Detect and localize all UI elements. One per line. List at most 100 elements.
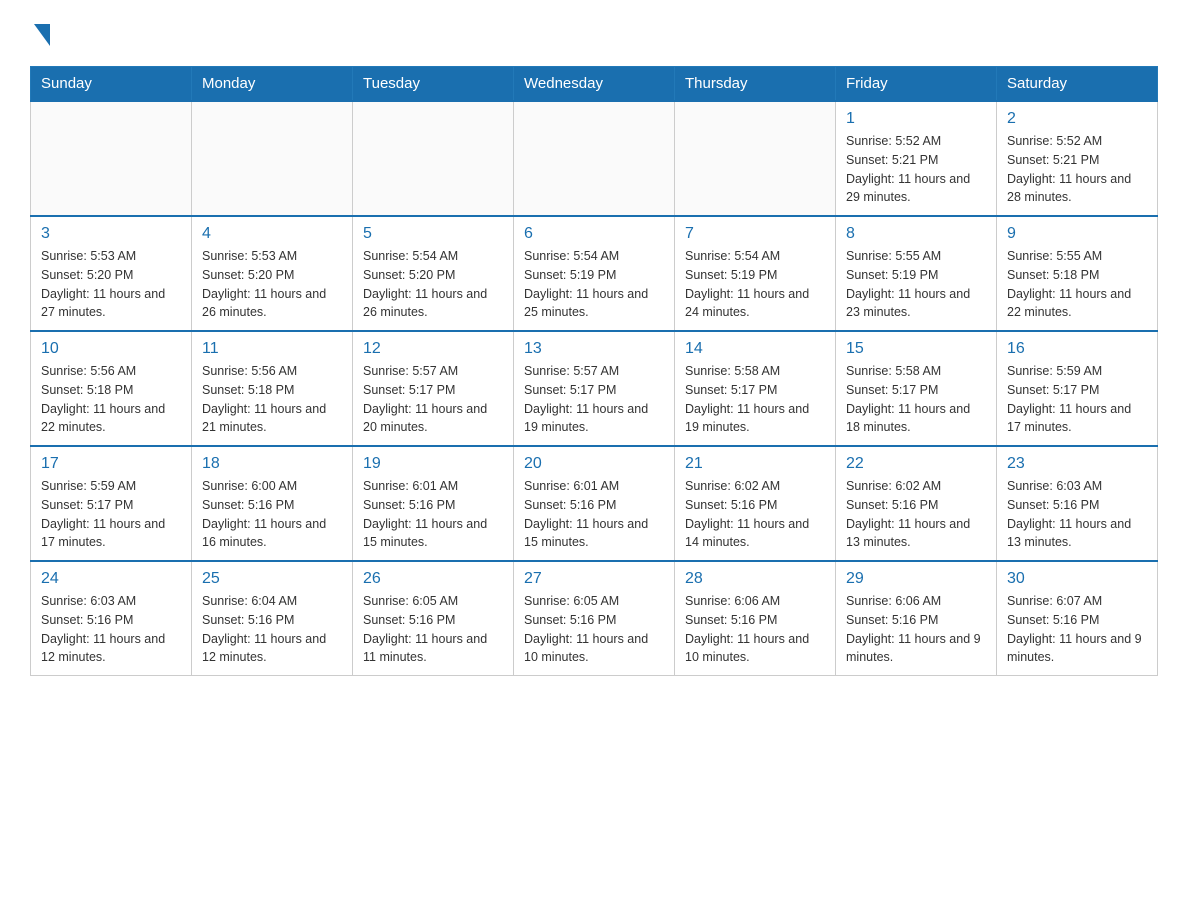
calendar-header: SundayMondayTuesdayWednesdayThursdayFrid… bbox=[31, 67, 1158, 102]
calendar-cell: 8 Sunrise: 5:55 AMSunset: 5:19 PMDayligh… bbox=[836, 216, 997, 331]
calendar-cell: 11 Sunrise: 5:56 AMSunset: 5:18 PMDaylig… bbox=[192, 331, 353, 446]
calendar-cell: 1 Sunrise: 5:52 AMSunset: 5:21 PMDayligh… bbox=[836, 101, 997, 216]
day-number: 24 bbox=[41, 570, 181, 588]
calendar-cell: 16 Sunrise: 5:59 AMSunset: 5:17 PMDaylig… bbox=[997, 331, 1158, 446]
calendar-cell: 9 Sunrise: 5:55 AMSunset: 5:18 PMDayligh… bbox=[997, 216, 1158, 331]
weekday-header-saturday: Saturday bbox=[997, 67, 1158, 102]
calendar-cell: 17 Sunrise: 5:59 AMSunset: 5:17 PMDaylig… bbox=[31, 446, 192, 561]
day-number: 25 bbox=[202, 570, 342, 588]
day-info: Sunrise: 6:02 AMSunset: 5:16 PMDaylight:… bbox=[685, 477, 825, 552]
calendar-week-row: 1 Sunrise: 5:52 AMSunset: 5:21 PMDayligh… bbox=[31, 101, 1158, 216]
day-info: Sunrise: 5:57 AMSunset: 5:17 PMDaylight:… bbox=[524, 362, 664, 437]
calendar-cell: 30 Sunrise: 6:07 AMSunset: 5:16 PMDaylig… bbox=[997, 561, 1158, 676]
calendar-cell: 15 Sunrise: 5:58 AMSunset: 5:17 PMDaylig… bbox=[836, 331, 997, 446]
day-number: 19 bbox=[363, 455, 503, 473]
logo bbox=[30, 20, 50, 46]
day-number: 9 bbox=[1007, 225, 1147, 243]
day-info: Sunrise: 6:00 AMSunset: 5:16 PMDaylight:… bbox=[202, 477, 342, 552]
day-number: 1 bbox=[846, 110, 986, 128]
calendar-cell bbox=[353, 101, 514, 216]
day-number: 15 bbox=[846, 340, 986, 358]
calendar-body: 1 Sunrise: 5:52 AMSunset: 5:21 PMDayligh… bbox=[31, 101, 1158, 676]
day-info: Sunrise: 6:06 AMSunset: 5:16 PMDaylight:… bbox=[685, 592, 825, 667]
day-info: Sunrise: 6:05 AMSunset: 5:16 PMDaylight:… bbox=[524, 592, 664, 667]
day-number: 27 bbox=[524, 570, 664, 588]
weekday-header-thursday: Thursday bbox=[675, 67, 836, 102]
day-info: Sunrise: 5:59 AMSunset: 5:17 PMDaylight:… bbox=[41, 477, 181, 552]
day-info: Sunrise: 5:54 AMSunset: 5:20 PMDaylight:… bbox=[363, 247, 503, 322]
calendar-cell: 21 Sunrise: 6:02 AMSunset: 5:16 PMDaylig… bbox=[675, 446, 836, 561]
calendar-cell: 26 Sunrise: 6:05 AMSunset: 5:16 PMDaylig… bbox=[353, 561, 514, 676]
day-number: 8 bbox=[846, 225, 986, 243]
calendar-week-row: 24 Sunrise: 6:03 AMSunset: 5:16 PMDaylig… bbox=[31, 561, 1158, 676]
calendar-cell: 27 Sunrise: 6:05 AMSunset: 5:16 PMDaylig… bbox=[514, 561, 675, 676]
day-info: Sunrise: 5:52 AMSunset: 5:21 PMDaylight:… bbox=[846, 132, 986, 207]
day-info: Sunrise: 6:02 AMSunset: 5:16 PMDaylight:… bbox=[846, 477, 986, 552]
day-info: Sunrise: 6:03 AMSunset: 5:16 PMDaylight:… bbox=[41, 592, 181, 667]
day-number: 16 bbox=[1007, 340, 1147, 358]
day-number: 11 bbox=[202, 340, 342, 358]
calendar-cell: 19 Sunrise: 6:01 AMSunset: 5:16 PMDaylig… bbox=[353, 446, 514, 561]
calendar-week-row: 10 Sunrise: 5:56 AMSunset: 5:18 PMDaylig… bbox=[31, 331, 1158, 446]
calendar-cell bbox=[31, 101, 192, 216]
day-number: 18 bbox=[202, 455, 342, 473]
day-number: 23 bbox=[1007, 455, 1147, 473]
day-info: Sunrise: 5:52 AMSunset: 5:21 PMDaylight:… bbox=[1007, 132, 1147, 207]
day-number: 26 bbox=[363, 570, 503, 588]
calendar-cell: 29 Sunrise: 6:06 AMSunset: 5:16 PMDaylig… bbox=[836, 561, 997, 676]
day-info: Sunrise: 5:56 AMSunset: 5:18 PMDaylight:… bbox=[202, 362, 342, 437]
day-info: Sunrise: 6:01 AMSunset: 5:16 PMDaylight:… bbox=[524, 477, 664, 552]
calendar-cell: 13 Sunrise: 5:57 AMSunset: 5:17 PMDaylig… bbox=[514, 331, 675, 446]
day-info: Sunrise: 5:57 AMSunset: 5:17 PMDaylight:… bbox=[363, 362, 503, 437]
weekday-header-sunday: Sunday bbox=[31, 67, 192, 102]
calendar-table: SundayMondayTuesdayWednesdayThursdayFrid… bbox=[30, 66, 1158, 676]
day-number: 7 bbox=[685, 225, 825, 243]
calendar-cell: 22 Sunrise: 6:02 AMSunset: 5:16 PMDaylig… bbox=[836, 446, 997, 561]
calendar-cell: 3 Sunrise: 5:53 AMSunset: 5:20 PMDayligh… bbox=[31, 216, 192, 331]
calendar-cell: 6 Sunrise: 5:54 AMSunset: 5:19 PMDayligh… bbox=[514, 216, 675, 331]
calendar-cell: 4 Sunrise: 5:53 AMSunset: 5:20 PMDayligh… bbox=[192, 216, 353, 331]
day-info: Sunrise: 5:54 AMSunset: 5:19 PMDaylight:… bbox=[524, 247, 664, 322]
calendar-cell: 2 Sunrise: 5:52 AMSunset: 5:21 PMDayligh… bbox=[997, 101, 1158, 216]
calendar-cell: 7 Sunrise: 5:54 AMSunset: 5:19 PMDayligh… bbox=[675, 216, 836, 331]
day-info: Sunrise: 6:04 AMSunset: 5:16 PMDaylight:… bbox=[202, 592, 342, 667]
day-info: Sunrise: 6:05 AMSunset: 5:16 PMDaylight:… bbox=[363, 592, 503, 667]
day-number: 12 bbox=[363, 340, 503, 358]
day-info: Sunrise: 6:03 AMSunset: 5:16 PMDaylight:… bbox=[1007, 477, 1147, 552]
calendar-cell: 5 Sunrise: 5:54 AMSunset: 5:20 PMDayligh… bbox=[353, 216, 514, 331]
day-number: 2 bbox=[1007, 110, 1147, 128]
day-info: Sunrise: 5:54 AMSunset: 5:19 PMDaylight:… bbox=[685, 247, 825, 322]
day-number: 14 bbox=[685, 340, 825, 358]
weekday-header-wednesday: Wednesday bbox=[514, 67, 675, 102]
calendar-cell: 24 Sunrise: 6:03 AMSunset: 5:16 PMDaylig… bbox=[31, 561, 192, 676]
calendar-cell: 18 Sunrise: 6:00 AMSunset: 5:16 PMDaylig… bbox=[192, 446, 353, 561]
calendar-cell: 12 Sunrise: 5:57 AMSunset: 5:17 PMDaylig… bbox=[353, 331, 514, 446]
day-info: Sunrise: 5:55 AMSunset: 5:18 PMDaylight:… bbox=[1007, 247, 1147, 322]
day-info: Sunrise: 6:07 AMSunset: 5:16 PMDaylight:… bbox=[1007, 592, 1147, 667]
day-number: 6 bbox=[524, 225, 664, 243]
calendar-cell bbox=[192, 101, 353, 216]
day-info: Sunrise: 5:58 AMSunset: 5:17 PMDaylight:… bbox=[846, 362, 986, 437]
calendar-cell: 25 Sunrise: 6:04 AMSunset: 5:16 PMDaylig… bbox=[192, 561, 353, 676]
calendar-cell: 28 Sunrise: 6:06 AMSunset: 5:16 PMDaylig… bbox=[675, 561, 836, 676]
day-number: 3 bbox=[41, 225, 181, 243]
day-info: Sunrise: 5:53 AMSunset: 5:20 PMDaylight:… bbox=[41, 247, 181, 322]
day-info: Sunrise: 6:06 AMSunset: 5:16 PMDaylight:… bbox=[846, 592, 986, 667]
day-info: Sunrise: 5:58 AMSunset: 5:17 PMDaylight:… bbox=[685, 362, 825, 437]
calendar-cell bbox=[514, 101, 675, 216]
day-number: 13 bbox=[524, 340, 664, 358]
calendar-week-row: 17 Sunrise: 5:59 AMSunset: 5:17 PMDaylig… bbox=[31, 446, 1158, 561]
day-number: 5 bbox=[363, 225, 503, 243]
day-number: 29 bbox=[846, 570, 986, 588]
weekday-header-row: SundayMondayTuesdayWednesdayThursdayFrid… bbox=[31, 67, 1158, 102]
day-number: 28 bbox=[685, 570, 825, 588]
day-number: 4 bbox=[202, 225, 342, 243]
day-info: Sunrise: 5:59 AMSunset: 5:17 PMDaylight:… bbox=[1007, 362, 1147, 437]
calendar-cell: 10 Sunrise: 5:56 AMSunset: 5:18 PMDaylig… bbox=[31, 331, 192, 446]
weekday-header-friday: Friday bbox=[836, 67, 997, 102]
calendar-cell: 14 Sunrise: 5:58 AMSunset: 5:17 PMDaylig… bbox=[675, 331, 836, 446]
day-number: 22 bbox=[846, 455, 986, 473]
day-number: 20 bbox=[524, 455, 664, 473]
weekday-header-tuesday: Tuesday bbox=[353, 67, 514, 102]
weekday-header-monday: Monday bbox=[192, 67, 353, 102]
